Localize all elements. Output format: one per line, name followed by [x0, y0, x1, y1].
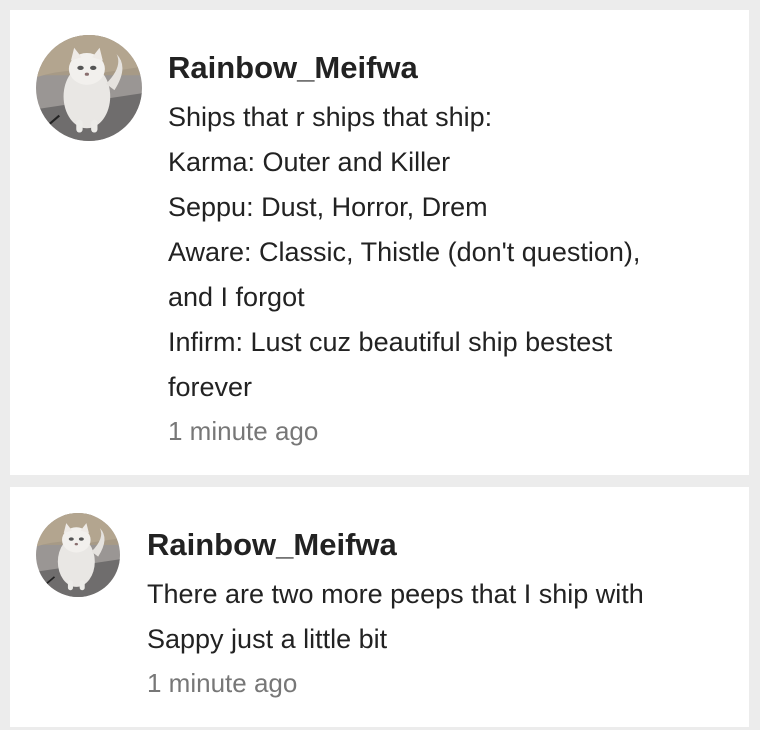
avatar[interactable]	[36, 35, 142, 141]
comment-username[interactable]: Rainbow_Meifwa	[168, 48, 728, 88]
comment-text-line: There are two more peeps that I ship wit…	[147, 579, 644, 609]
comment-timestamp: 1 minute ago	[168, 416, 319, 446]
comment-text-line: forever	[168, 372, 253, 402]
comment-text-line: and I forgot	[168, 282, 305, 312]
cat-avatar-icon	[36, 35, 142, 141]
comment-card: Rainbow_Meifwa Ships that r ships that s…	[10, 10, 749, 475]
cat-avatar-icon	[36, 513, 120, 597]
comment-text-line: Infirm: Lust cuz beautiful ship bestest	[168, 327, 613, 357]
comment-username[interactable]: Rainbow_Meifwa	[147, 525, 727, 565]
comment-content: Rainbow_Meifwa Ships that r ships that s…	[168, 48, 728, 450]
comment-text-line: Sappy just a little bit	[147, 624, 388, 654]
comment-text-line: Seppu: Dust, Horror, Drem	[168, 192, 488, 222]
comment-text-line: Aware: Classic, Thistle (don't question)…	[168, 237, 641, 267]
comment-timestamp: 1 minute ago	[147, 668, 298, 698]
comment-card: Rainbow_Meifwa There are two more peeps …	[10, 487, 749, 727]
comment-content: Rainbow_Meifwa There are two more peeps …	[147, 525, 727, 702]
comment-text-line: Karma: Outer and Killer	[168, 147, 451, 177]
avatar[interactable]	[36, 513, 120, 597]
comment-text-line: Ships that r ships that ship:	[168, 102, 493, 132]
